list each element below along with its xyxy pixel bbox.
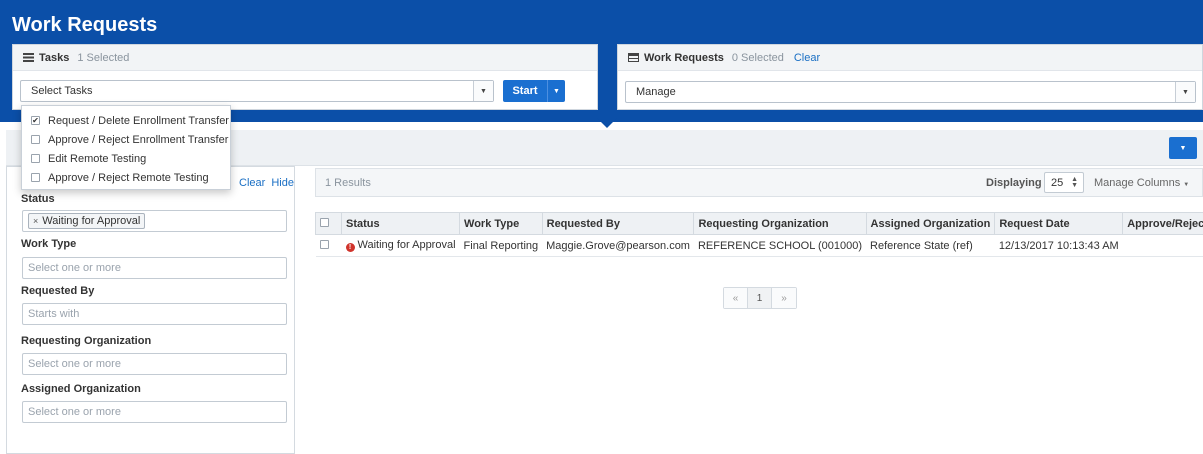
row-select-cell bbox=[315, 234, 342, 257]
filter-links: Clear Hide bbox=[236, 177, 294, 189]
checkbox[interactable] bbox=[31, 135, 40, 144]
select-all-header bbox=[315, 212, 342, 235]
task-option-label: Request / Delete Enrollment Transfer bbox=[48, 114, 229, 127]
assigned-org-filter-label: Assigned Organization bbox=[21, 383, 141, 395]
requested-by-cell: Maggie.Grove@pearson.com bbox=[542, 234, 694, 257]
table-icon bbox=[628, 53, 639, 62]
column-header-requested-by[interactable]: Requested By bbox=[541, 212, 695, 235]
work-type-filter-input[interactable]: Select one or more bbox=[22, 257, 287, 279]
caret-down-icon[interactable]: ▼ bbox=[1175, 82, 1195, 102]
caret-down-icon[interactable]: ▼ bbox=[547, 80, 565, 102]
start-button-label: Start bbox=[512, 85, 538, 97]
task-option-edit-remote-testing[interactable]: Edit Remote Testing bbox=[22, 149, 230, 168]
requested-by-filter-input[interactable]: Starts with bbox=[22, 303, 287, 325]
checkbox[interactable]: ✔ bbox=[31, 116, 40, 125]
assigned-org-cell: Reference State (ref) bbox=[866, 234, 995, 257]
pagination: « 1 » bbox=[723, 287, 797, 309]
select-tasks-value: Select Tasks bbox=[31, 85, 93, 97]
status-filter-tag-label: Waiting for Approval bbox=[42, 215, 141, 227]
tasks-panel-header: Tasks 1 Selected bbox=[13, 45, 597, 71]
task-option-request-delete-enrollment-transfer[interactable]: ✔ Request / Delete Enrollment Transfer bbox=[22, 111, 230, 130]
caret-down-icon: ▼ bbox=[1183, 182, 1190, 188]
filter-clear-link[interactable]: Clear bbox=[239, 177, 265, 189]
tasks-dropdown-menu: ✔ Request / Delete Enrollment Transfer A… bbox=[21, 105, 231, 190]
exclamation-circle-icon: ! bbox=[345, 243, 355, 252]
status-filter-input[interactable]: × Waiting for Approval bbox=[22, 210, 287, 232]
column-header-assigned-organization[interactable]: Assigned Organization bbox=[865, 212, 996, 235]
results-toolbar: 1 Results Displaying 25 ▲ ▼ Manage Column… bbox=[315, 168, 1203, 197]
status-cell: ! Waiting for Approval bbox=[341, 234, 460, 257]
page-size-select[interactable]: 25 ▲ ▼ bbox=[1044, 172, 1084, 193]
column-header-requesting-organization[interactable]: Requesting Organization bbox=[693, 212, 867, 235]
requested-by-filter-label: Requested By bbox=[21, 285, 95, 297]
column-header-status[interactable]: Status bbox=[340, 212, 461, 235]
manage-columns-button[interactable]: Manage Columns ▼ bbox=[1094, 177, 1189, 189]
checkbox[interactable] bbox=[31, 173, 40, 182]
filter-hide-link[interactable]: Hide bbox=[271, 177, 294, 189]
options-dropdown-button[interactable]: ▼ bbox=[1169, 137, 1197, 159]
column-header-request-date[interactable]: Request Date bbox=[994, 212, 1124, 235]
work-type-filter-label: Work Type bbox=[21, 238, 77, 250]
work-requests-panel-header: Work Requests 0 Selected Clear bbox=[618, 45, 1202, 71]
current-page-button[interactable]: 1 bbox=[748, 288, 772, 308]
up-down-arrows-icon: ▲ ▼ bbox=[1071, 176, 1078, 189]
displaying-label: Displaying bbox=[986, 177, 1042, 189]
task-option-label: Edit Remote Testing bbox=[48, 152, 147, 165]
table-header-row: Status Work Type Requested By Requesting… bbox=[315, 212, 1203, 235]
row-checkbox[interactable] bbox=[319, 239, 329, 249]
manage-dropdown[interactable]: Manage ▼ bbox=[625, 81, 1196, 103]
work-requests-selected-count: 0 Selected bbox=[731, 51, 784, 64]
page-size-value: 25 bbox=[1051, 176, 1064, 189]
work-type-cell: Final Reporting bbox=[459, 234, 543, 257]
request-date-cell: 12/13/2017 10:13:43 AM bbox=[994, 234, 1123, 257]
results-count: 1 Results bbox=[325, 177, 371, 189]
work-requests-panel-title: Work Requests bbox=[644, 51, 724, 64]
filter-panel: Clear Hide Status × Waiting for Approval… bbox=[6, 166, 295, 454]
page-title: Work Requests bbox=[12, 14, 158, 36]
work-requests-table: Status Work Type Requested By Requesting… bbox=[315, 212, 1203, 257]
caret-down-icon: ▼ bbox=[1179, 144, 1187, 152]
requesting-org-filter-input[interactable]: Select one or more bbox=[22, 353, 287, 375]
status-filter-tag[interactable]: × Waiting for Approval bbox=[28, 213, 146, 229]
caret-down-icon[interactable]: ▼ bbox=[473, 81, 493, 101]
status-value: Waiting for Approval bbox=[357, 239, 456, 251]
prev-page-button[interactable]: « bbox=[724, 288, 748, 308]
start-button[interactable]: Start ▼ bbox=[503, 80, 565, 102]
next-page-button[interactable]: » bbox=[772, 288, 796, 308]
remove-tag-icon[interactable]: × bbox=[33, 216, 38, 226]
assigned-org-filter-input[interactable]: Select one or more bbox=[22, 401, 287, 423]
column-header-approve-reject-date[interactable]: Approve/Reject Date bbox=[1122, 212, 1203, 235]
manage-columns-label: Manage Columns bbox=[1094, 177, 1181, 189]
panel-pointer bbox=[597, 118, 617, 128]
checkbox[interactable] bbox=[31, 154, 40, 163]
manage-value: Manage bbox=[636, 86, 676, 98]
work-requests-clear-link[interactable]: Clear bbox=[794, 52, 820, 64]
requesting-org-filter-label: Requesting Organization bbox=[21, 335, 152, 347]
task-option-label: Approve / Reject Enrollment Transfer bbox=[48, 133, 229, 146]
requesting-org-cell: REFERENCE SCHOOL (001000) bbox=[693, 234, 867, 257]
select-tasks-dropdown[interactable]: Select Tasks ▼ bbox=[20, 80, 494, 102]
column-header-work-type[interactable]: Work Type bbox=[459, 212, 543, 235]
select-all-checkbox[interactable] bbox=[320, 217, 329, 227]
task-option-label: Approve / Reject Remote Testing bbox=[48, 171, 209, 184]
tasks-panel-title: Tasks bbox=[39, 51, 70, 64]
tasks-selected-count: 1 Selected bbox=[77, 51, 130, 64]
table-row[interactable]: ! Waiting for Approval Final Reporting Ma… bbox=[315, 234, 1203, 257]
status-filter-label: Status bbox=[21, 193, 55, 205]
approve-reject-date-cell bbox=[1122, 234, 1203, 257]
task-option-approve-reject-enrollment-transfer[interactable]: Approve / Reject Enrollment Transfer bbox=[22, 130, 230, 149]
list-icon bbox=[23, 53, 34, 62]
task-option-approve-reject-remote-testing[interactable]: Approve / Reject Remote Testing bbox=[22, 168, 230, 187]
